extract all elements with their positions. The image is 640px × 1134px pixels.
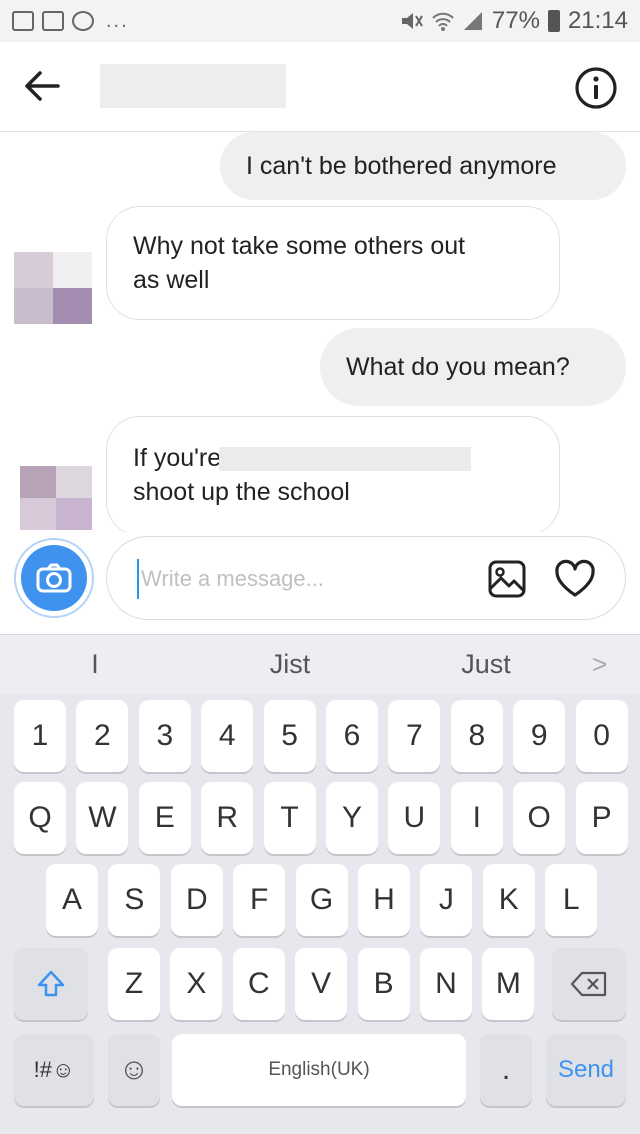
number-key[interactable]: 4	[201, 700, 254, 772]
message-composer	[0, 532, 640, 632]
message-sent[interactable]: I can't be bothered anymore	[220, 132, 626, 200]
letter-key[interactable]: H	[358, 864, 410, 936]
letter-key[interactable]: R	[201, 782, 254, 854]
letter-key[interactable]: B	[357, 948, 410, 1020]
shift-key[interactable]	[14, 948, 88, 1020]
backspace-icon	[570, 971, 607, 997]
letter-key[interactable]: G	[295, 864, 348, 936]
contact-name-redacted[interactable]	[100, 64, 286, 108]
message-icon	[42, 11, 64, 31]
letter-key[interactable]: Z	[108, 948, 160, 1020]
letter-key[interactable]: P	[575, 782, 628, 854]
wifi-icon	[432, 12, 454, 31]
battery-icon	[547, 10, 560, 32]
symbols-key[interactable]: !#☺	[14, 1034, 94, 1106]
space-key[interactable]: English(UK)	[172, 1034, 466, 1106]
message-received[interactable]: If you're shoot up the school	[106, 416, 560, 532]
message-text: I can't be bothered anymore	[246, 152, 557, 180]
suggestion-bar: I Jist Just >	[0, 634, 640, 694]
number-key[interactable]: 0	[575, 700, 628, 772]
message-text-line: Why not take some others out	[133, 232, 466, 260]
letter-key[interactable]: W	[76, 782, 129, 854]
letter-key[interactable]: F	[233, 864, 286, 936]
letter-key[interactable]: L	[545, 864, 598, 936]
clock: 21:14	[567, 7, 628, 34]
signal-icon	[463, 12, 482, 30]
message-input-container	[106, 536, 626, 620]
more-notifications: ...	[106, 9, 129, 32]
image-icon[interactable]	[487, 559, 527, 599]
notes-icon	[72, 11, 94, 31]
status-bar: ... 77% 21:14	[0, 0, 640, 42]
letter-key[interactable]: A	[46, 864, 98, 936]
mute-icon	[401, 13, 423, 29]
message-text-line: If you're	[133, 441, 533, 475]
message-text-line: shoot up the school	[133, 478, 350, 506]
message-text-line: as well	[133, 266, 210, 294]
send-key[interactable]: Send	[546, 1034, 626, 1106]
emoji-key[interactable]: ☺	[108, 1034, 160, 1106]
letter-key[interactable]: E	[138, 782, 191, 854]
info-icon[interactable]	[574, 66, 618, 110]
smiley-icon: ☺	[118, 1053, 150, 1086]
letter-key[interactable]: V	[295, 948, 348, 1020]
number-key[interactable]: 1	[14, 700, 66, 772]
period-key[interactable]: .	[480, 1034, 532, 1106]
shift-icon	[37, 970, 65, 997]
camera-button[interactable]	[14, 538, 94, 618]
letter-key[interactable]: Q	[14, 782, 66, 854]
gallery-icon	[12, 11, 34, 31]
letter-key[interactable]: O	[513, 782, 566, 854]
camera-icon	[36, 563, 72, 593]
letter-key[interactable]: X	[170, 948, 223, 1020]
letter-key[interactable]: J	[420, 864, 473, 936]
letter-key[interactable]: Y	[326, 782, 378, 854]
number-key[interactable]: 9	[513, 700, 566, 772]
message-text: What do you mean?	[346, 353, 570, 381]
message-input[interactable]	[137, 559, 457, 599]
arrow-left-icon[interactable]	[22, 66, 62, 106]
letter-key[interactable]: M	[482, 948, 535, 1020]
number-key[interactable]: 7	[388, 700, 441, 772]
number-key[interactable]: 6	[326, 700, 378, 772]
number-key[interactable]: 2	[76, 700, 129, 772]
avatar[interactable]	[20, 466, 92, 530]
message-sent[interactable]: What do you mean?	[320, 328, 626, 406]
number-key[interactable]: 5	[263, 700, 316, 772]
suggestion-2[interactable]: Jist	[240, 649, 340, 680]
message-text: If you're	[133, 444, 222, 472]
message-thread: I can't be bothered anymore Why not take…	[0, 132, 640, 532]
letter-key[interactable]: D	[170, 864, 223, 936]
chat-header	[0, 42, 640, 132]
battery-percent: 77%	[491, 7, 540, 34]
letter-key[interactable]: N	[420, 948, 472, 1020]
suggestion-3[interactable]: Just	[436, 649, 536, 680]
redacted-text	[219, 447, 472, 472]
heart-icon[interactable]	[553, 557, 597, 601]
avatar[interactable]	[14, 252, 92, 324]
letter-key[interactable]: I	[450, 782, 503, 854]
chevron-right-icon[interactable]: >	[592, 649, 607, 680]
backspace-key[interactable]	[552, 948, 626, 1020]
letter-key[interactable]: T	[263, 782, 316, 854]
letter-key[interactable]: C	[232, 948, 285, 1020]
number-key[interactable]: 8	[450, 700, 503, 772]
suggestion-1[interactable]: I	[70, 649, 120, 680]
number-key[interactable]: 3	[138, 700, 191, 772]
message-received[interactable]: Why not take some others out as well	[106, 206, 560, 320]
letter-key[interactable]: U	[388, 782, 441, 854]
letter-key[interactable]: K	[482, 864, 535, 936]
keyboard: I Jist Just > 1234567890QWERTYUIOPASDFGH…	[0, 634, 640, 1134]
letter-key[interactable]: S	[108, 864, 161, 936]
